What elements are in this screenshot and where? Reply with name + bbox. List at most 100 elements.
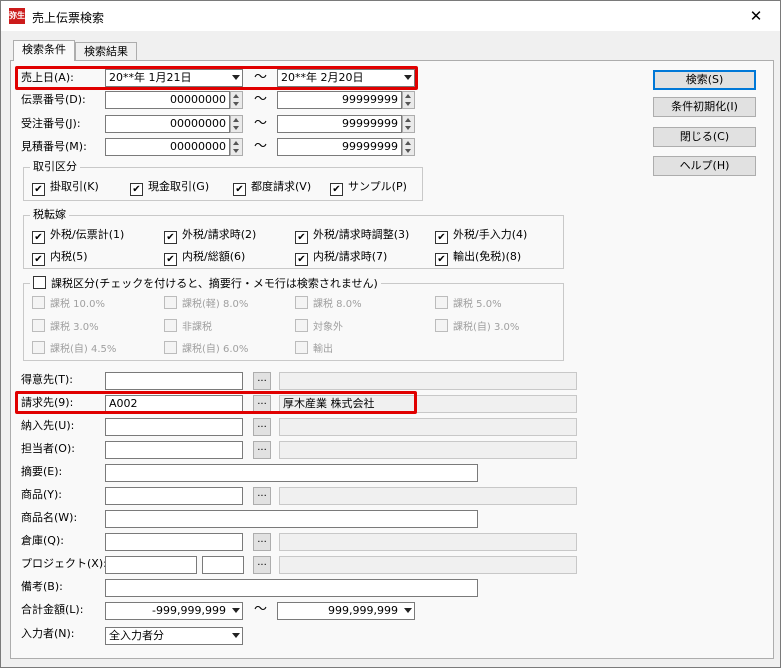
sales-date-to-value: 20**年 2月20日	[281, 71, 364, 84]
estimate-no-to-spinner[interactable]	[402, 138, 415, 156]
customer-name-display	[279, 372, 577, 390]
close-window-icon[interactable]: ✕	[736, 4, 776, 28]
delivery-code-input[interactable]	[105, 418, 243, 436]
billing-code-input[interactable]: A002	[105, 395, 243, 413]
checkbox-label: 課税(自) 4.5%	[50, 344, 117, 355]
reset-conditions-button[interactable]: 条件初期化(I)	[653, 97, 756, 117]
product-code-input[interactable]	[105, 487, 243, 505]
tab-search-conditions[interactable]: 検索条件	[13, 40, 75, 61]
staff-code-input[interactable]	[105, 441, 243, 459]
product-name-label: 商品名(W):	[21, 511, 78, 524]
checkbox-tax-method-8[interactable]: ✔ 輸出(免税)(8)	[435, 250, 521, 266]
chevron-down-icon[interactable]	[404, 608, 412, 613]
checkbox-transaction-credit[interactable]: ✔ 掛取引(K)	[32, 180, 99, 196]
product-label: 商品(Y):	[21, 488, 63, 501]
chevron-up-icon	[405, 118, 411, 122]
checkbox-label: 現金取引(G)	[148, 180, 210, 193]
total-amount-label: 合計金額(L):	[21, 603, 84, 616]
chevron-down-icon[interactable]	[232, 633, 240, 638]
slip-no-to-input[interactable]: 99999999	[277, 91, 402, 109]
checkbox-tax-method-5[interactable]: ✔ 内税(5)	[32, 250, 88, 266]
chevron-down-icon	[233, 126, 239, 130]
tax-category-group: 課税区分(チェックを付けると、摘要行・メモ行は検索されません) 課税 10.0%…	[23, 276, 564, 361]
project-code-input[interactable]	[105, 556, 197, 574]
chevron-down-icon	[405, 149, 411, 153]
search-button[interactable]: 検索(S)	[653, 70, 756, 90]
warehouse-code-input[interactable]	[105, 533, 243, 551]
slip-no-label: 伝票番号(D):	[21, 93, 86, 106]
estimate-no-from-spinner[interactable]	[230, 138, 243, 156]
check-icon: ✔	[233, 183, 246, 196]
checkbox-transaction-sample[interactable]: ✔ サンプル(P)	[330, 180, 407, 196]
sales-date-from-value: 20**年 1月21日	[109, 71, 192, 84]
slip-no-from-input[interactable]: 00000000	[105, 91, 230, 109]
close-button[interactable]: 閉じる(C)	[653, 127, 756, 147]
product-name-input[interactable]	[105, 510, 478, 528]
estimate-no-to-input[interactable]: 99999999	[277, 138, 402, 156]
sales-date-from-combo[interactable]: 20**年 1月21日	[105, 69, 243, 87]
order-no-from-input[interactable]: 00000000	[105, 115, 230, 133]
staff-lookup-button[interactable]: ...	[253, 441, 271, 459]
delivery-lookup-button[interactable]: ...	[253, 418, 271, 436]
checkbox-tax-method-7[interactable]: ✔ 内税/請求時(7)	[295, 250, 388, 266]
checkbox-tax-category[interactable]: 課税区分(チェックを付けると、摘要行・メモ行は検索されません)	[30, 276, 381, 290]
estimate-no-label: 見積番号(M):	[21, 140, 87, 153]
checkbox-label: 外税/伝票計(1)	[50, 228, 125, 241]
checkbox-label: 課税(自) 3.0%	[453, 322, 520, 333]
total-amount-to-combo[interactable]: 999,999,999	[277, 602, 415, 620]
check-icon: ✔	[295, 253, 308, 266]
transaction-type-group: 取引区分 ✔ 掛取引(K) ✔ 現金取引(G) ✔ 都度請求(V) ✔ サンプル(P)	[23, 160, 423, 201]
entered-by-value: 全入力者分	[109, 629, 164, 642]
warehouse-lookup-button[interactable]: ...	[253, 533, 271, 551]
checkbox-tax-cat-7: 対象外	[295, 319, 343, 333]
check-icon: ✔	[130, 183, 143, 196]
customer-lookup-button[interactable]: ...	[253, 372, 271, 390]
estimate-no-from-input[interactable]: 00000000	[105, 138, 230, 156]
chevron-down-icon[interactable]	[404, 75, 412, 80]
entered-by-combo[interactable]: 全入力者分	[105, 627, 243, 645]
staff-name-display	[279, 441, 577, 459]
project-lookup-button[interactable]: ...	[253, 556, 271, 574]
checkbox-tax-cat-8: 課税(自) 3.0%	[435, 319, 519, 333]
checkbox-tax-method-3[interactable]: ✔ 外税/請求時調整(3)	[295, 228, 410, 244]
billing-lookup-button[interactable]: ...	[253, 395, 271, 413]
sales-date-to-combo[interactable]: 20**年 2月20日	[277, 69, 415, 87]
slip-no-from-spinner[interactable]	[230, 91, 243, 109]
tax-category-title: 課税区分(チェックを付けると、摘要行・メモ行は検索されません)	[51, 277, 378, 290]
checkbox-tax-method-4[interactable]: ✔ 外税/手入力(4)	[435, 228, 527, 244]
chevron-up-icon	[405, 94, 411, 98]
range-tilde: 〜	[254, 116, 268, 131]
chevron-down-icon[interactable]	[232, 608, 240, 613]
checkbox-tax-method-6[interactable]: ✔ 内税/総額(6)	[164, 250, 245, 266]
order-no-to-spinner[interactable]	[402, 115, 415, 133]
slip-no-to-spinner[interactable]	[402, 91, 415, 109]
checkbox-tax-method-1[interactable]: ✔ 外税/伝票計(1)	[32, 228, 125, 244]
sales-date-label: 売上日(A):	[21, 71, 74, 84]
checkbox-label: 課税 5.0%	[453, 299, 502, 310]
checkbox-transaction-cash[interactable]: ✔ 現金取引(G)	[130, 180, 210, 196]
customer-code-input[interactable]	[105, 372, 243, 390]
total-amount-from-value: -999,999,999	[152, 604, 226, 617]
product-lookup-button[interactable]: ...	[253, 487, 271, 505]
summary-input[interactable]	[105, 464, 478, 482]
order-no-to-input[interactable]: 99999999	[277, 115, 402, 133]
total-amount-from-combo[interactable]: -999,999,999	[105, 602, 243, 620]
billing-name-display: 厚木産業 株式会社	[279, 395, 577, 413]
chevron-down-icon[interactable]	[232, 75, 240, 80]
checkbox-label: 課税 8.0%	[313, 299, 362, 310]
remarks-input[interactable]	[105, 579, 478, 597]
project-sub-code-input[interactable]	[202, 556, 244, 574]
billing-label: 請求先(9):	[21, 396, 74, 409]
chevron-up-icon	[233, 118, 239, 122]
entered-by-label: 入力者(N):	[21, 627, 75, 640]
help-button[interactable]: ヘルプ(H)	[653, 156, 756, 176]
order-no-from-spinner[interactable]	[230, 115, 243, 133]
tax-method-group: 税転嫁 ✔ 外税/伝票計(1) ✔ 外税/請求時(2) ✔ 外税/請求時調整(3) ✔…	[23, 208, 564, 269]
checkbox-transaction-each-billing[interactable]: ✔ 都度請求(V)	[233, 180, 311, 196]
staff-label: 担当者(O):	[21, 442, 75, 455]
tab-search-results[interactable]: 検索結果	[75, 42, 137, 61]
checkbox-label: 外税/請求時調整(3)	[313, 228, 410, 241]
checkbox-label: 内税/請求時(7)	[313, 250, 388, 263]
checkbox-tax-method-2[interactable]: ✔ 外税/請求時(2)	[164, 228, 256, 244]
checkbox-label: 課税(軽) 8.0%	[182, 299, 249, 310]
